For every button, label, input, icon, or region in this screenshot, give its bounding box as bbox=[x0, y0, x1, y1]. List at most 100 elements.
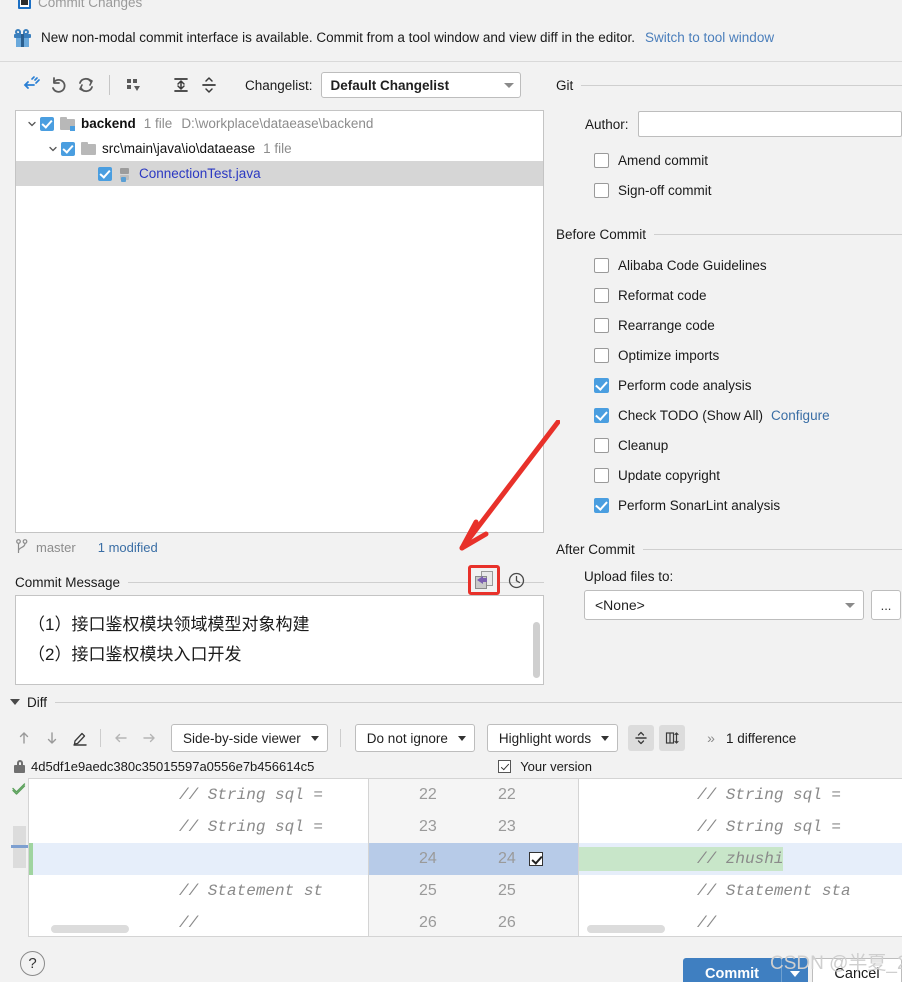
changelist-dropdown[interactable]: Default Changelist bbox=[320, 72, 521, 98]
line-number-before: 25 bbox=[419, 882, 437, 899]
modified-count-link[interactable]: 1 modified bbox=[98, 540, 158, 555]
perform-sonarlint-analysis-row[interactable]: Perform SonarLint analysis bbox=[556, 490, 902, 520]
collapse-unchanged-icon[interactable] bbox=[628, 725, 655, 751]
paste-message-icon[interactable] bbox=[475, 571, 493, 589]
line-number-after: 26 bbox=[498, 914, 516, 931]
chevron-down-icon[interactable] bbox=[45, 141, 61, 157]
diff-line: // String sql = bbox=[579, 811, 902, 843]
rearrange-code-label: Rearrange code bbox=[618, 317, 715, 333]
difference-count-label: 1 difference bbox=[725, 730, 797, 746]
amend-commit-checkbox[interactable] bbox=[594, 152, 609, 168]
rearrange-code-checkbox[interactable] bbox=[594, 317, 609, 333]
reformat-code-label: Reformat code bbox=[618, 287, 707, 303]
cleanup-row[interactable]: Cleanup bbox=[556, 430, 902, 460]
amend-commit-checkbox-row[interactable]: Amend commit bbox=[556, 145, 902, 175]
configure-todo-link[interactable]: Configure bbox=[771, 408, 830, 423]
edit-source-icon[interactable] bbox=[66, 725, 94, 751]
apply-right-icon[interactable] bbox=[135, 725, 163, 751]
chevron-down-icon bbox=[310, 735, 319, 741]
optimize-imports-checkbox[interactable] bbox=[594, 347, 609, 363]
revision-hash-label: 4d5df1e9aedc380c35015597a0556e7b456614c5 bbox=[31, 758, 315, 774]
diff-line: // String sql = bbox=[579, 779, 902, 811]
upload-target-dropdown[interactable]: <None> bbox=[584, 590, 864, 620]
cleanup-checkbox[interactable] bbox=[594, 437, 609, 453]
notification-banner: New non-modal commit interface is availa… bbox=[0, 14, 902, 62]
tree-item-path: D:\workplace\dataease\backend bbox=[181, 116, 374, 131]
gift-icon bbox=[14, 28, 31, 47]
diff-line-numbers: 26 26 bbox=[369, 907, 578, 939]
row-checkbox[interactable] bbox=[40, 116, 54, 131]
reformat-code-checkbox[interactable] bbox=[594, 287, 609, 303]
diff-pane-after[interactable]: // String sql = // String sql = // zhush… bbox=[578, 778, 902, 937]
whitespace-mode-dropdown[interactable]: Do not ignore bbox=[354, 724, 475, 752]
divider bbox=[642, 549, 902, 550]
group-by-icon[interactable] bbox=[119, 71, 147, 99]
lock-icon bbox=[14, 759, 25, 773]
tree-row[interactable]: ConnectionTest.java bbox=[16, 161, 543, 186]
sign-off-commit-checkbox[interactable] bbox=[594, 182, 609, 198]
tree-item-label: backend bbox=[81, 116, 136, 131]
column-width-icon[interactable] bbox=[659, 725, 686, 751]
tree-row[interactable]: src\main\java\io\dataease 1 file bbox=[16, 136, 543, 161]
commit-message-input[interactable]: （1）接口鉴权模块领域模型对象构建 （2）接口鉴权模块入口开发 bbox=[15, 595, 544, 685]
perform-sonarlint-analysis-checkbox[interactable] bbox=[594, 497, 609, 513]
diff-chunk-checkbox[interactable] bbox=[529, 852, 543, 866]
chevron-down-icon[interactable] bbox=[24, 116, 40, 132]
switch-to-tool-window-link[interactable]: Switch to tool window bbox=[645, 30, 774, 45]
expand-all-icon[interactable] bbox=[167, 71, 195, 99]
diff-line-text: // String sql = bbox=[697, 818, 851, 836]
collapse-all-icon[interactable] bbox=[195, 71, 223, 99]
commit-message-scrollbar[interactable] bbox=[533, 622, 540, 678]
check-todo-checkbox[interactable] bbox=[594, 407, 609, 423]
browse-upload-target-button[interactable]: ... bbox=[871, 590, 901, 620]
rearrange-code-row[interactable]: Rearrange code bbox=[556, 310, 902, 340]
refresh-icon[interactable] bbox=[72, 71, 100, 99]
reformat-code-row[interactable]: Reformat code bbox=[556, 280, 902, 310]
your-version-checkbox[interactable] bbox=[498, 759, 512, 773]
optimize-imports-row[interactable]: Optimize imports bbox=[556, 340, 902, 370]
changelist-value: Default Changelist bbox=[330, 77, 450, 93]
perform-code-analysis-checkbox[interactable] bbox=[594, 377, 609, 393]
viewer-mode-dropdown[interactable]: Side-by-side viewer bbox=[171, 724, 328, 752]
tree-row[interactable]: backend 1 file D:\workplace\dataease\bac… bbox=[16, 111, 543, 136]
alibaba-code-guidelines-checkbox[interactable] bbox=[594, 257, 609, 273]
overflow-chevron-icon[interactable]: » bbox=[707, 730, 715, 746]
diff-pane-before[interactable]: // String sql = // String sql = // State… bbox=[28, 778, 369, 937]
next-difference-icon[interactable] bbox=[38, 725, 66, 751]
apply-left-icon[interactable] bbox=[107, 725, 135, 751]
window-titlebar: Commit Changes bbox=[0, 0, 902, 14]
check-todo-row[interactable]: Check TODO (Show All) Configure bbox=[556, 400, 902, 430]
previous-difference-icon[interactable] bbox=[10, 725, 38, 751]
commit-button-label: Commit bbox=[705, 965, 759, 982]
folder-icon bbox=[81, 141, 96, 156]
diff-horizontal-scrollbar-left[interactable] bbox=[51, 925, 129, 933]
sign-off-commit-checkbox-row[interactable]: Sign-off commit bbox=[556, 175, 902, 205]
diff-horizontal-scrollbar-right[interactable] bbox=[587, 925, 665, 933]
row-checkbox[interactable] bbox=[98, 166, 112, 181]
rollback-icon[interactable] bbox=[44, 71, 72, 99]
window-title: Commit Changes bbox=[38, 0, 143, 10]
perform-code-analysis-row[interactable]: Perform code analysis bbox=[556, 370, 902, 400]
line-number-after: 24 bbox=[498, 850, 516, 867]
diff-section-title: Diff bbox=[27, 694, 48, 710]
update-copyright-checkbox[interactable] bbox=[594, 467, 609, 483]
highlight-mode-dropdown[interactable]: Highlight words bbox=[486, 724, 619, 752]
after-commit-group-header: After Commit bbox=[556, 542, 902, 557]
commit-message-title: Commit Message bbox=[15, 574, 121, 590]
help-button[interactable]: ? bbox=[20, 951, 45, 976]
changed-files-tree[interactable]: backend 1 file D:\workplace\dataease\bac… bbox=[15, 110, 544, 533]
move-to-another-changelist-icon[interactable] bbox=[16, 71, 44, 99]
commit-button[interactable]: Commit bbox=[683, 958, 808, 982]
chevron-down-icon[interactable] bbox=[10, 699, 20, 705]
commit-options-dropdown[interactable] bbox=[782, 970, 808, 977]
tree-item-meta: 1 file bbox=[143, 116, 173, 131]
cancel-button[interactable]: Cancel bbox=[812, 958, 902, 982]
author-input[interactable] bbox=[637, 111, 902, 137]
line-number-before: 24 bbox=[419, 850, 437, 867]
perform-sonarlint-analysis-label: Perform SonarLint analysis bbox=[618, 497, 781, 513]
update-copyright-row[interactable]: Update copyright bbox=[556, 460, 902, 490]
diff-line-text: // Statement sta bbox=[697, 882, 851, 900]
alibaba-code-guidelines-row[interactable]: Alibaba Code Guidelines bbox=[556, 250, 902, 280]
row-checkbox[interactable] bbox=[61, 141, 75, 156]
clock-icon[interactable] bbox=[508, 572, 525, 589]
